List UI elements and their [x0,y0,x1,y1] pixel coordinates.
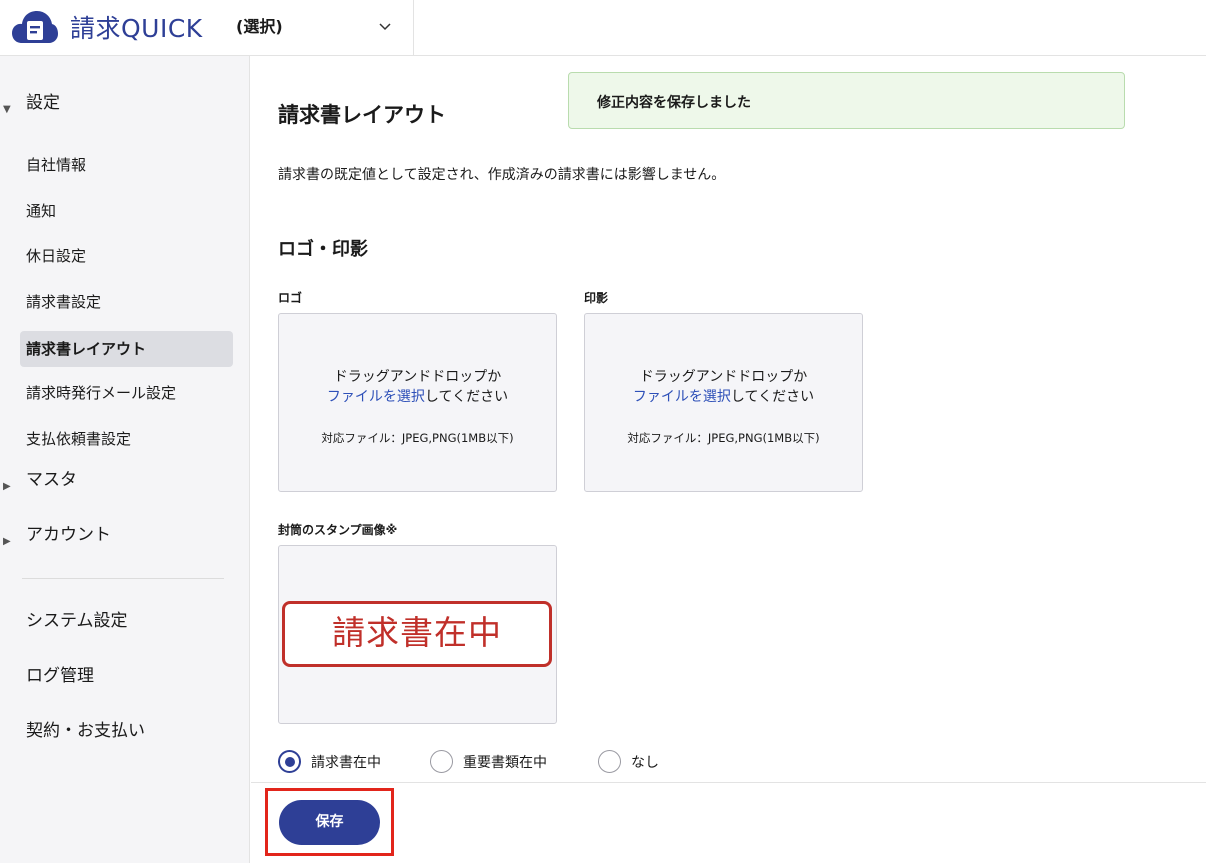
page-title: 請求書レイアウト [278,103,446,127]
radio-label: 重要書類在中 [463,754,547,771]
dropzone-instruction: ドラッグアンドドロップか [639,369,808,385]
dropzone-instruction-line2: ファイルを選択してください [279,386,556,406]
sidebar-item-invoice-settings[interactable]: 請求書設定 [20,284,233,320]
radio-button[interactable] [598,750,621,773]
seal-dropzone[interactable]: ドラッグアンドドロップか ファイルを選択してください 対応ファイル：JPEG,P… [584,313,863,492]
sidebar-item-invoice-layout[interactable]: 請求書レイアウト [20,331,233,367]
dropzone-instruction-line2: ファイルを選択してください [585,386,862,406]
radio-none[interactable]: なし [598,750,659,773]
caret-right-icon: ▶ [3,536,11,547]
app-header: 請求QUICK (選択) [0,0,1206,56]
dropzone-instruction-suffix: してください [730,389,815,405]
sidebar: ▼ 設定 自社情報 通知 休日設定 請求書設定 請求書レイアウト 請求時発行メー… [0,56,250,863]
sidebar-item-company-info[interactable]: 自社情報 [20,147,233,183]
envelope-stamp-image: 請求書在中 [282,601,552,667]
footer-bar [251,782,1206,863]
envelope-stamp-preview: 請求書在中 [278,545,557,724]
caret-down-icon: ▼ [3,104,11,115]
toast-message: 修正内容を保存しました [597,95,751,111]
logo-label: ロゴ [278,291,303,305]
seal-label: 印影 [584,291,609,305]
dropzone-instruction-suffix: してください [424,389,509,405]
sidebar-item-payment-request[interactable]: 支払依頼書設定 [20,421,233,457]
success-toast: 修正内容を保存しました [568,72,1125,129]
sidebar-item-log-management[interactable]: ログ管理 [26,661,94,686]
seal-file-select-link[interactable]: ファイルを選択 [633,389,731,405]
dropzone-instruction: ドラッグアンドドロップか [333,369,502,385]
sidebar-item-system-settings[interactable]: システム設定 [26,606,128,631]
sidebar-divider [22,578,224,579]
sidebar-item-contract-payment[interactable]: 契約・お支払い [26,716,145,741]
page-description: 請求書の既定値として設定され、作成済みの請求書には影響しません。 [278,167,726,183]
radio-button-selected[interactable] [278,750,301,773]
header-divider [413,0,414,56]
app-logo[interactable]: 請求QUICK [12,9,203,45]
caret-right-icon: ▶ [3,481,11,492]
sidebar-group-label: アカウント [26,524,111,545]
sidebar-item-invoice-mail[interactable]: 請求時発行メール設定 [20,375,233,411]
chevron-down-icon[interactable] [372,14,398,40]
radio-button[interactable] [430,750,453,773]
sidebar-group-label: 設定 [26,92,60,113]
save-button[interactable]: 保存 [279,800,380,845]
radio-label: 請求書在中 [311,754,381,771]
dropzone-formats: 対応ファイル：JPEG,PNG(1MB以下) [627,431,820,445]
app-name: 請求QUICK [70,14,203,43]
envelope-stamp-label: 封筒のスタンプ画像※ [278,523,398,537]
sidebar-item-holiday[interactable]: 休日設定 [20,238,233,274]
radio-invoice-enclosed[interactable]: 請求書在中 [278,750,381,773]
cloud-document-icon [12,11,58,43]
tenant-selector-label[interactable]: (選択) [236,13,283,37]
dropzone-formats: 対応ファイル：JPEG,PNG(1MB以下) [321,431,514,445]
section-title-logo-seal: ロゴ・印影 [278,239,368,260]
logo-dropzone[interactable]: ドラッグアンドドロップか ファイルを選択してください 対応ファイル：JPEG,P… [278,313,557,492]
radio-label: なし [631,754,659,771]
sidebar-group-label: マスタ [26,469,77,490]
logo-file-select-link[interactable]: ファイルを選択 [327,389,425,405]
sidebar-item-notification[interactable]: 通知 [20,193,233,229]
radio-important-docs[interactable]: 重要書類在中 [430,750,547,773]
